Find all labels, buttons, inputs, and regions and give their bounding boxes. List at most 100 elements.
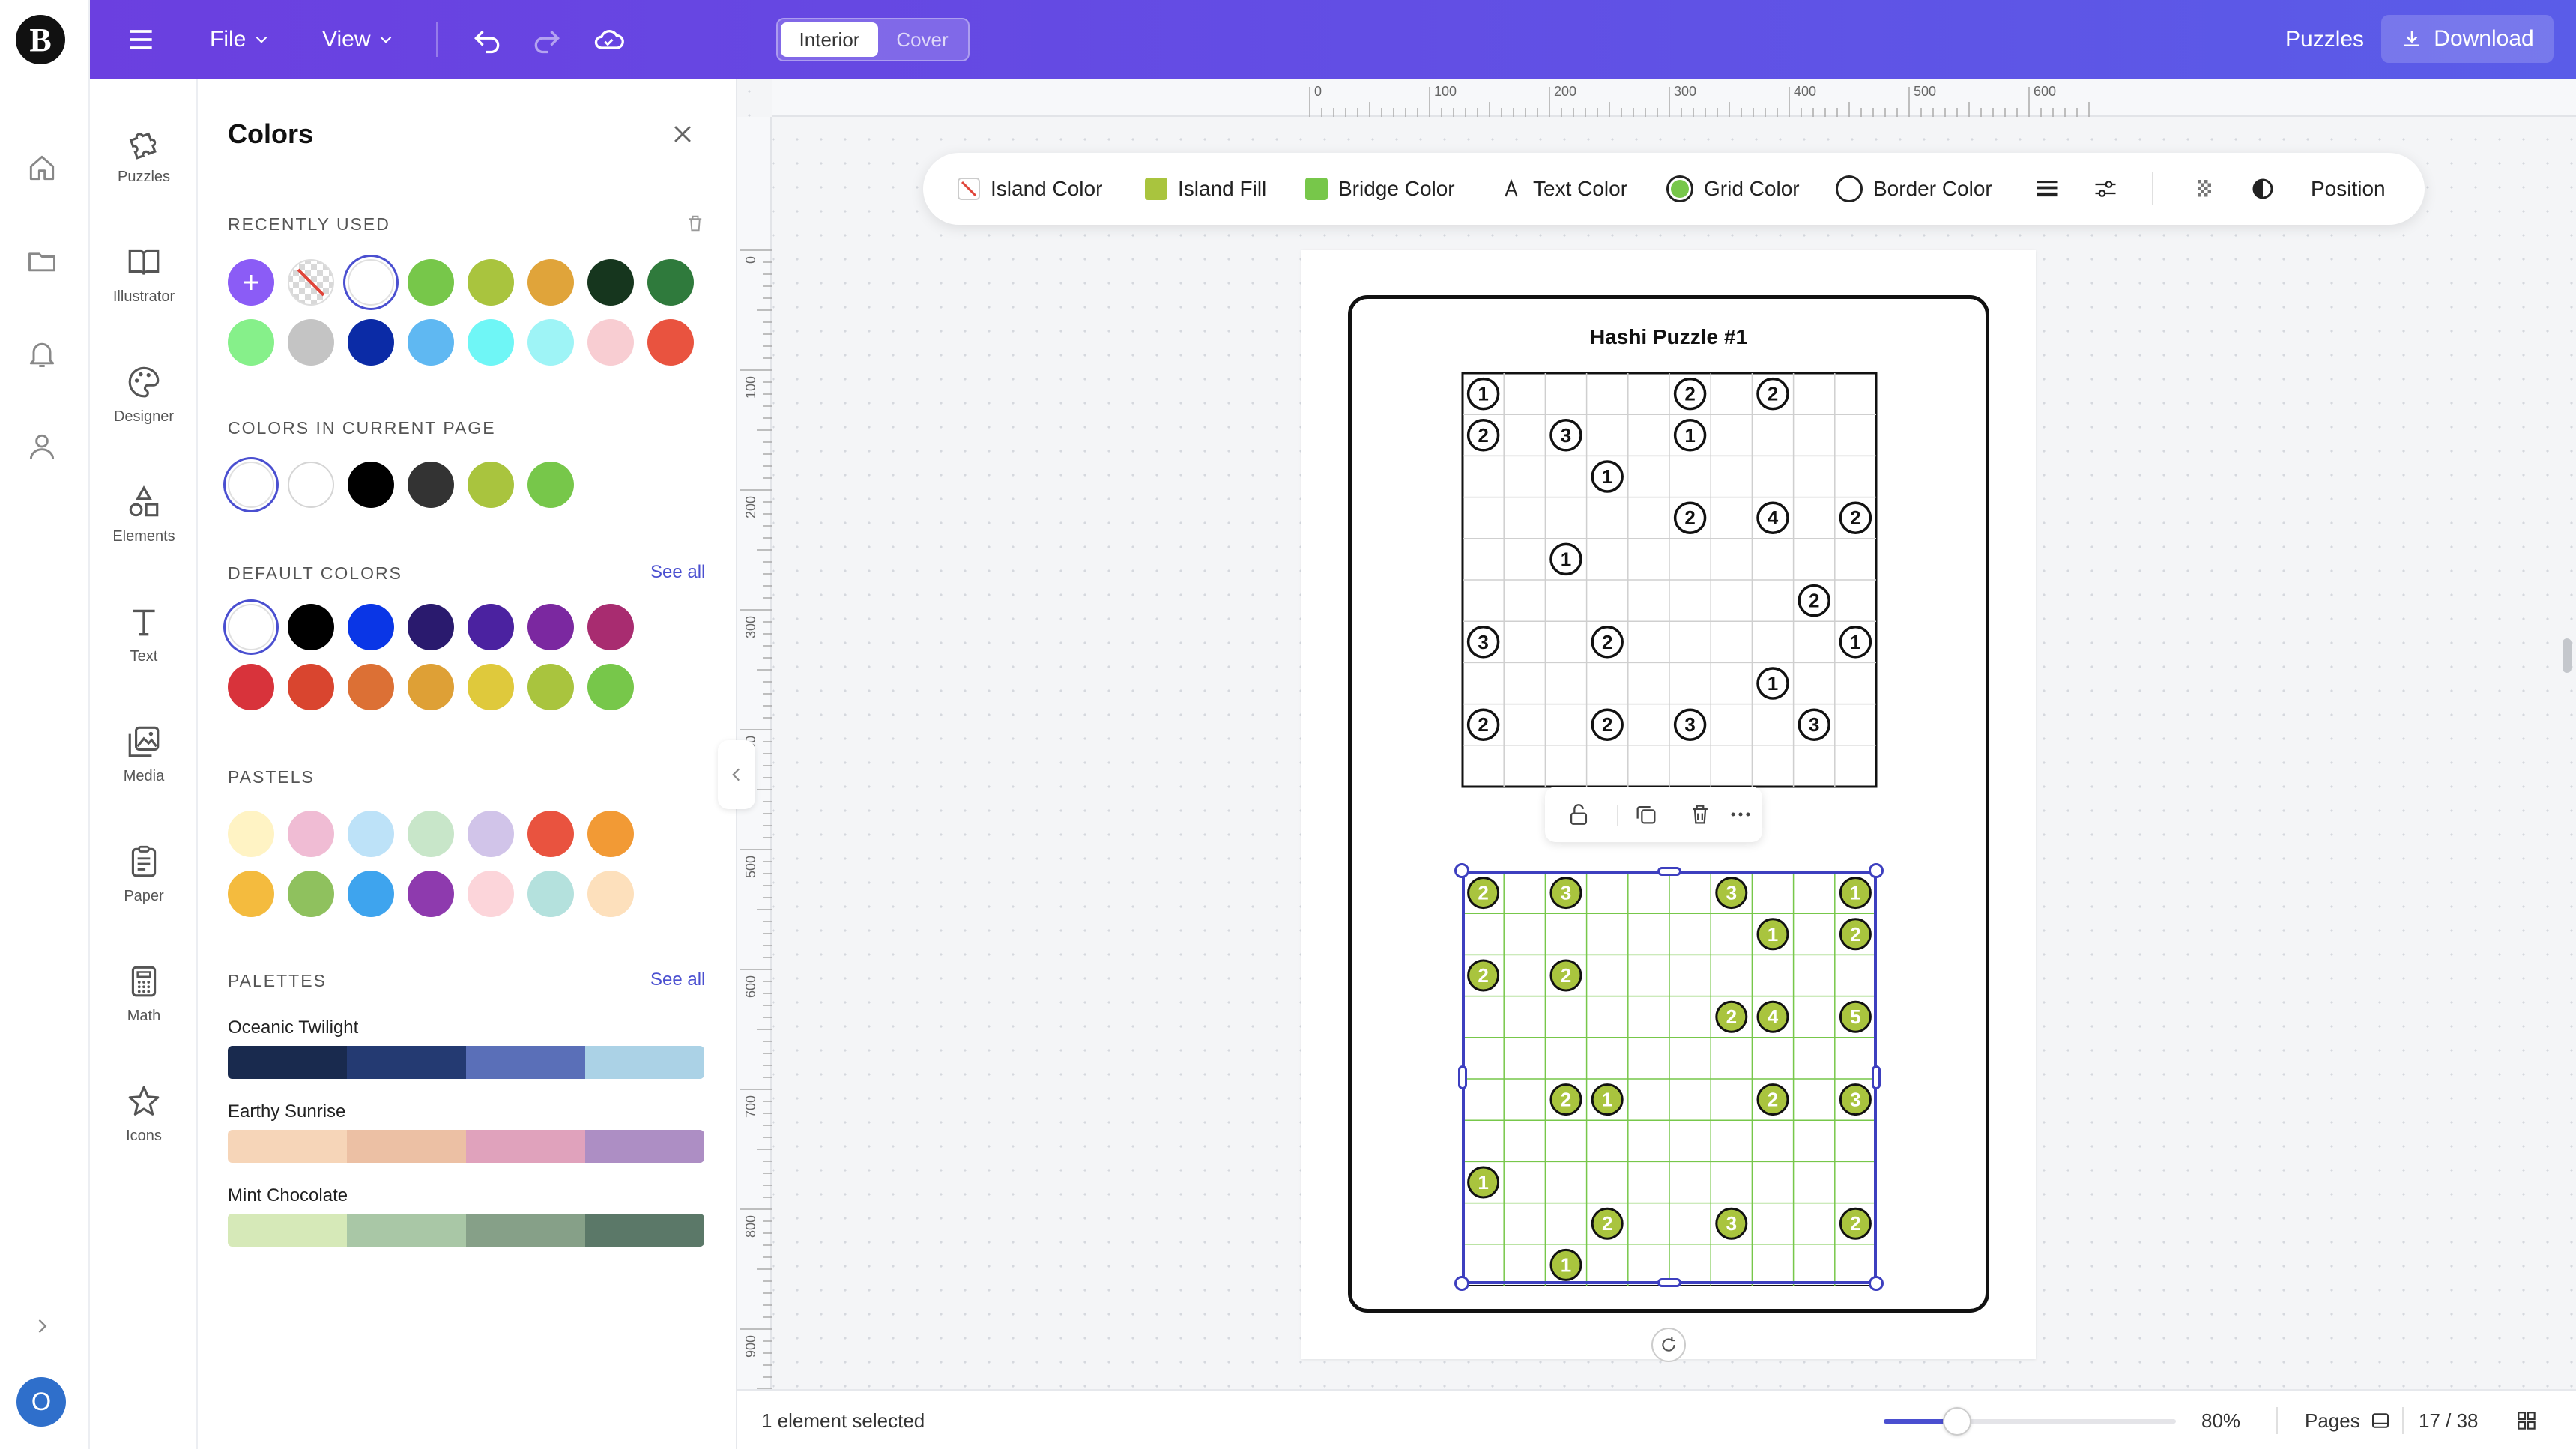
user-avatar[interactable]: O bbox=[16, 1377, 66, 1427]
color-swatch[interactable] bbox=[348, 871, 394, 917]
color-swatch[interactable] bbox=[468, 259, 514, 306]
resize-handle-right[interactable] bbox=[1872, 1065, 1881, 1089]
home-icon[interactable] bbox=[25, 151, 58, 184]
grid-view-icon[interactable] bbox=[2515, 1409, 2539, 1433]
color-swatch[interactable] bbox=[408, 871, 454, 917]
color-swatch[interactable] bbox=[408, 811, 454, 857]
island-fill-button[interactable]: Island Fill bbox=[1145, 153, 1266, 225]
tab-cover[interactable]: Cover bbox=[878, 22, 967, 57]
download-button[interactable]: Download bbox=[2381, 15, 2554, 63]
color-swatch[interactable] bbox=[228, 871, 274, 917]
color-swatch[interactable] bbox=[408, 462, 454, 508]
bell-icon[interactable] bbox=[25, 337, 58, 370]
color-swatch[interactable] bbox=[228, 664, 274, 710]
adjust-sliders-icon[interactable] bbox=[2092, 175, 2119, 202]
collapse-panel-tab[interactable] bbox=[718, 740, 755, 809]
resize-handle-bottom-left[interactable] bbox=[1454, 1276, 1469, 1291]
color-swatch[interactable] bbox=[288, 811, 334, 857]
tool-paper[interactable]: Paper bbox=[90, 821, 198, 926]
color-swatch[interactable] bbox=[348, 319, 394, 366]
grid-color-button[interactable]: Grid Color bbox=[1666, 153, 1800, 225]
color-swatch[interactable] bbox=[587, 871, 634, 917]
user-icon[interactable] bbox=[25, 430, 58, 463]
color-swatch[interactable] bbox=[228, 604, 274, 650]
color-swatch[interactable] bbox=[408, 319, 454, 366]
puzzle-title[interactable]: Hashi Puzzle #1 bbox=[1348, 325, 1989, 349]
color-swatch[interactable] bbox=[527, 811, 574, 857]
tool-elements[interactable]: Elements bbox=[90, 462, 198, 566]
palette-mint-chocolate[interactable] bbox=[228, 1214, 704, 1247]
color-swatch[interactable] bbox=[527, 462, 574, 508]
color-swatch[interactable] bbox=[288, 871, 334, 917]
color-swatch[interactable] bbox=[468, 664, 514, 710]
app-logo[interactable]: B bbox=[16, 15, 65, 64]
color-swatch[interactable] bbox=[587, 664, 634, 710]
contrast-icon[interactable] bbox=[2249, 175, 2276, 202]
resize-handle-top-left[interactable] bbox=[1454, 863, 1469, 878]
cloud-save-icon[interactable] bbox=[592, 23, 625, 56]
color-swatch[interactable] bbox=[647, 259, 694, 306]
color-swatch[interactable] bbox=[288, 319, 334, 366]
tab-interior[interactable]: Interior bbox=[781, 22, 878, 57]
color-swatch[interactable] bbox=[527, 664, 574, 710]
tool-text[interactable]: Text bbox=[90, 581, 198, 686]
resize-handle-bottom-right[interactable] bbox=[1869, 1276, 1884, 1291]
color-swatch[interactable] bbox=[348, 664, 394, 710]
redo-icon[interactable] bbox=[530, 23, 563, 56]
color-swatch[interactable] bbox=[348, 462, 394, 508]
color-swatch[interactable] bbox=[468, 604, 514, 650]
color-swatch[interactable] bbox=[468, 319, 514, 366]
puzzles-link[interactable]: Puzzles bbox=[2285, 0, 2364, 79]
rotate-handle[interactable] bbox=[1651, 1328, 1686, 1362]
color-swatch[interactable] bbox=[228, 811, 274, 857]
unlock-icon[interactable] bbox=[1566, 802, 1591, 827]
color-swatch[interactable] bbox=[408, 259, 454, 306]
hashi-puzzle-grid[interactable]: 1 2 2 2 3 1 1 2 4 2 1 2 3 2 1 1 2 2 3 3 bbox=[1461, 372, 1878, 788]
color-swatch[interactable] bbox=[527, 604, 574, 650]
selection-box[interactable] bbox=[1462, 871, 1877, 1284]
color-swatch[interactable] bbox=[647, 319, 694, 366]
color-swatch[interactable] bbox=[288, 664, 334, 710]
color-swatch[interactable] bbox=[288, 259, 334, 306]
color-swatch[interactable] bbox=[527, 319, 574, 366]
tool-icons[interactable]: Icons bbox=[90, 1061, 198, 1166]
pages-button[interactable]: Pages bbox=[2305, 1391, 2392, 1449]
transparency-icon[interactable] bbox=[2191, 175, 2218, 202]
resize-handle-bottom[interactable] bbox=[1657, 1278, 1681, 1287]
tool-designer[interactable]: Designer bbox=[90, 342, 198, 447]
position-button[interactable]: Position bbox=[2311, 153, 2386, 225]
color-swatch[interactable] bbox=[348, 604, 394, 650]
zoom-slider-thumb[interactable] bbox=[1942, 1407, 1971, 1436]
expand-chevron-icon[interactable] bbox=[31, 1316, 52, 1337]
folder-icon[interactable] bbox=[25, 244, 58, 277]
color-swatch[interactable] bbox=[228, 462, 274, 508]
palette-earthy-sunrise[interactable] bbox=[228, 1130, 704, 1163]
palette-oceanic-twilight[interactable] bbox=[228, 1046, 704, 1079]
color-swatch[interactable] bbox=[408, 664, 454, 710]
bridge-color-button[interactable]: Bridge Color bbox=[1305, 153, 1455, 225]
view-menu[interactable]: View bbox=[322, 0, 396, 79]
color-swatch[interactable] bbox=[587, 259, 634, 306]
color-swatch[interactable] bbox=[587, 604, 634, 650]
zoom-level[interactable]: 80% bbox=[2201, 1391, 2240, 1449]
color-swatch[interactable] bbox=[587, 319, 634, 366]
color-swatch[interactable] bbox=[348, 259, 394, 306]
zoom-slider-track[interactable] bbox=[1884, 1407, 2176, 1436]
color-swatch[interactable] bbox=[408, 604, 454, 650]
color-swatch[interactable] bbox=[468, 871, 514, 917]
tool-illustrator[interactable]: Illustrator bbox=[90, 222, 198, 327]
trash-icon[interactable] bbox=[685, 213, 706, 234]
undo-icon[interactable] bbox=[471, 23, 504, 56]
color-swatch[interactable] bbox=[228, 319, 274, 366]
color-swatch[interactable] bbox=[468, 462, 514, 508]
default-colors-see-all[interactable]: See all bbox=[650, 562, 705, 583]
color-swatch[interactable] bbox=[288, 604, 334, 650]
menu-icon[interactable] bbox=[124, 23, 157, 56]
tool-media[interactable]: Media bbox=[90, 701, 198, 806]
resize-handle-top-right[interactable] bbox=[1869, 863, 1884, 878]
vertical-scrollbar-thumb[interactable] bbox=[2563, 638, 2572, 673]
close-icon[interactable] bbox=[670, 121, 695, 147]
tool-puzzles[interactable]: Puzzles bbox=[90, 102, 198, 207]
color-swatch[interactable] bbox=[468, 811, 514, 857]
color-swatch[interactable] bbox=[587, 811, 634, 857]
